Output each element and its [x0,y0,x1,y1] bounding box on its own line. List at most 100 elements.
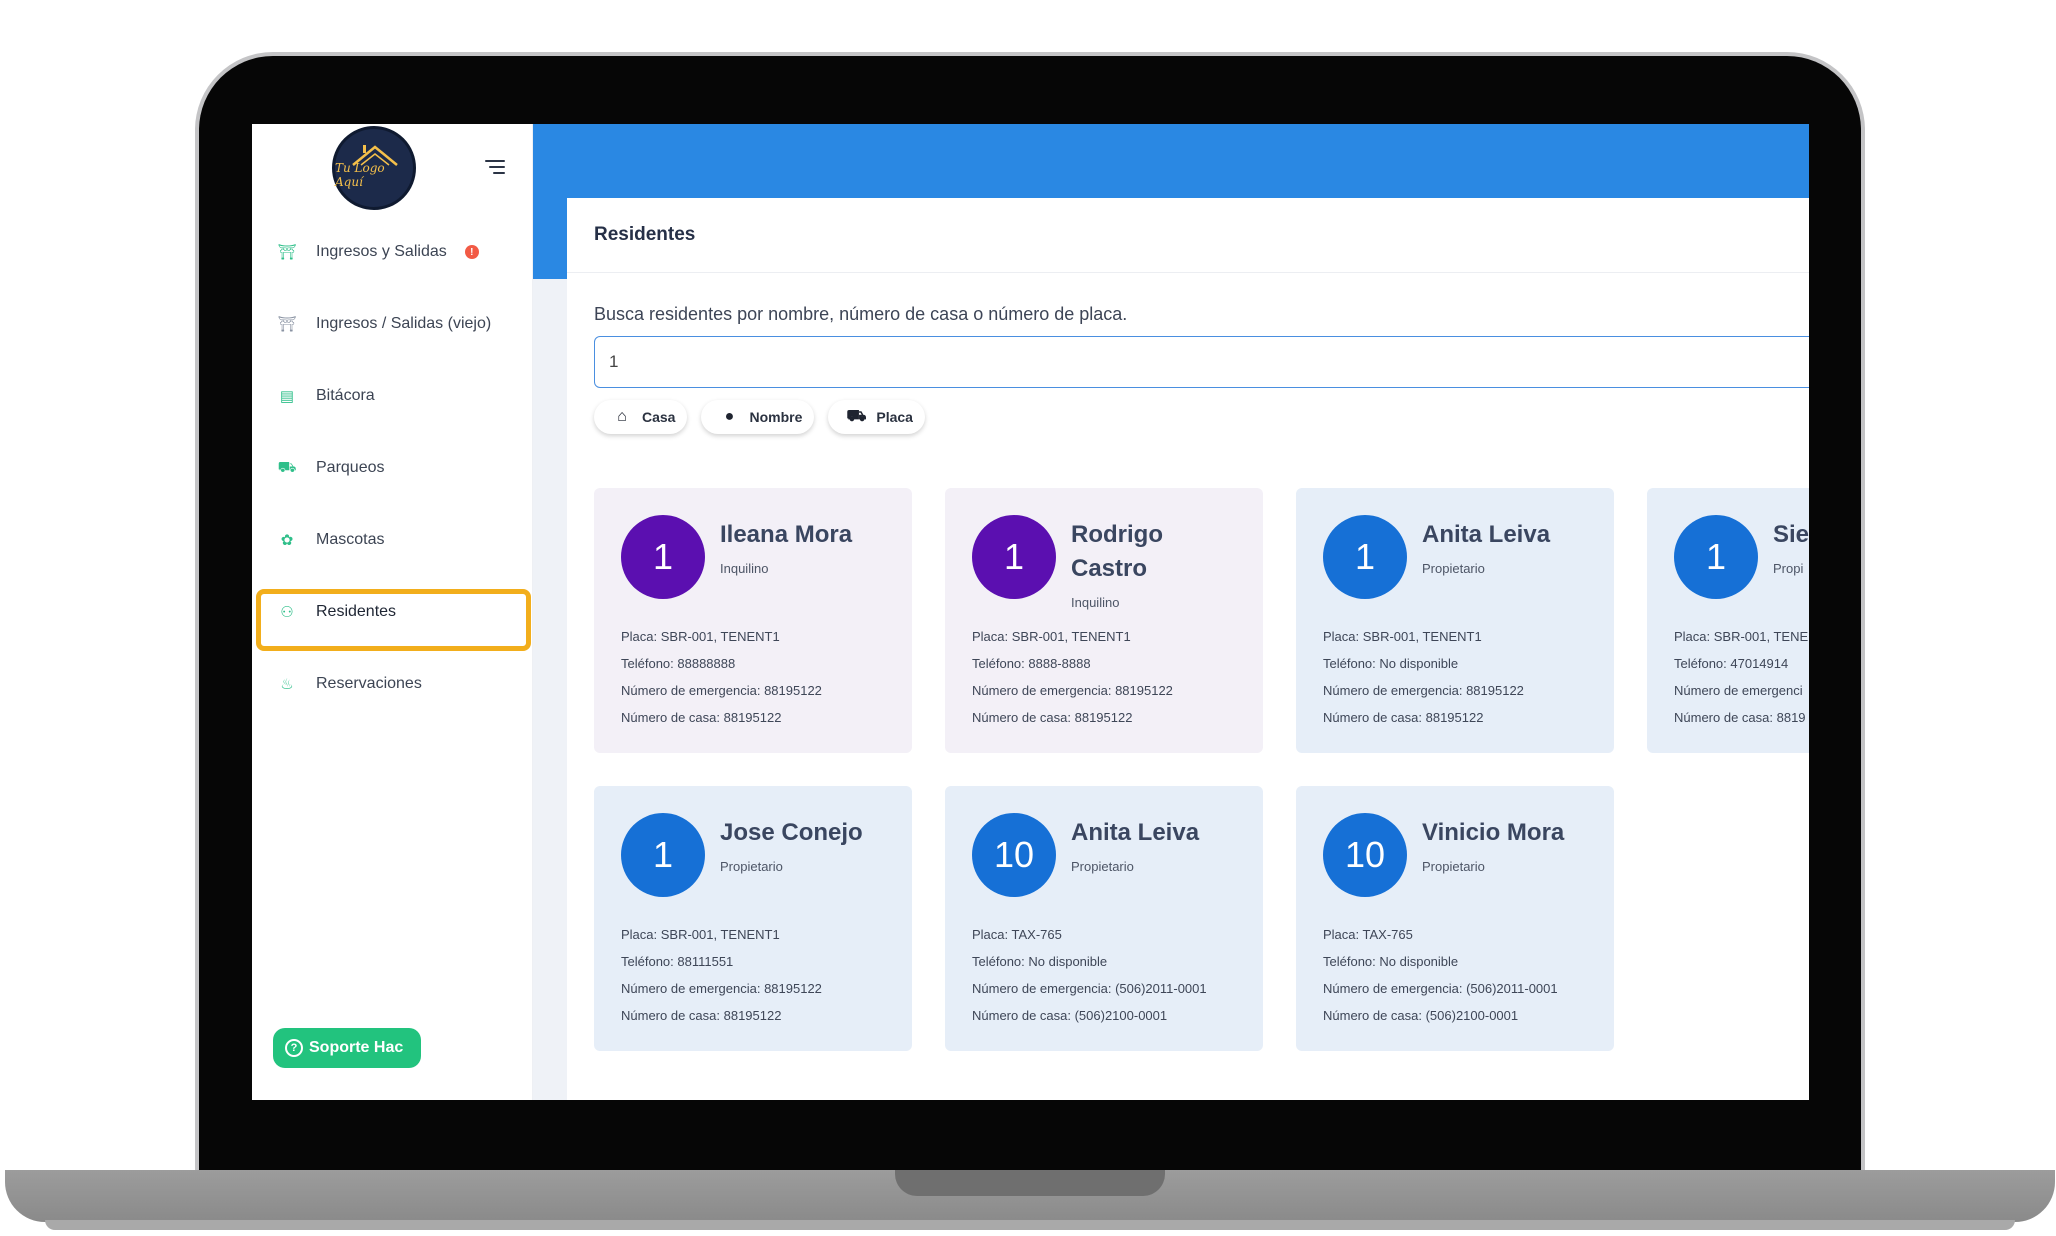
resident-details: Placa: SBR-001, TENENT1 Teléfono: No dis… [1323,623,1524,731]
resident-name: Vinicio Mora [1422,819,1565,846]
resident-details: Placa: SBR-001, TENENT1 Teléfono: 881115… [621,921,822,1029]
active-item-highlight [256,589,531,651]
pool-icon: ♨ [280,676,294,693]
resident-telefono: Teléfono: 47014914 [1674,656,1789,671]
resident-card[interactable]: 1 Jose Conejo Propietario Placa: SBR-001… [594,786,912,1051]
avatar: 1 [972,515,1056,599]
resident-name-block: Ileana Mora Inquilino [720,518,900,578]
support-label: Soporte Hac [309,1039,404,1056]
resident-details: Placa: TAX-765 Teléfono: No disponible N… [972,921,1207,1029]
resident-placa: Placa: TAX-765 [1323,927,1413,942]
filter-chips: ⌂ Casa ● Nombre ⛟ Placa [594,400,925,434]
search-input[interactable] [594,336,1809,388]
resident-name: Ileana Mora [720,521,853,548]
filter-nombre-button[interactable]: ● Nombre [701,400,815,434]
resident-name-block: Anita Leiva Propietario [1071,816,1251,876]
resident-casa: Número de casa: 88195122 [972,710,1133,725]
resident-name: Sie [1773,521,1809,548]
sidebar-item-ingresos-salidas[interactable]: ⛩ Ingresos y Salidas ! [252,216,533,288]
clipboard-icon: ▤ [279,388,295,405]
resident-name: Anita Leiva [1071,819,1200,846]
resident-casa: Número de casa: (506)2100-0001 [972,1008,1168,1023]
resident-card[interactable]: 1 Anita Leiva Propietario Placa: SBR-001… [1296,488,1614,753]
sidebar-item-label: Reservaciones [316,675,422,692]
gate-icon: ⛩ [277,244,297,261]
resident-role: Inquilino [1071,595,1120,610]
filter-label: Placa [876,409,913,425]
person-icon: ● [724,408,735,425]
resident-role: Inquilino [720,561,769,576]
sidebar-item-label: Ingresos / Salidas (viejo) [316,315,492,332]
resident-name: Rodrigo Castro [1071,521,1163,582]
resident-name: Anita Leiva [1422,521,1551,548]
support-button[interactable]: ? Soporte Hac [273,1028,421,1068]
laptop-shadow [45,1220,2015,1230]
divider [567,272,1809,273]
page-title: Residentes [594,224,696,245]
resident-placa: Placa: SBR-001, TENEN [1674,629,1809,644]
home-icon: ⌂ [617,408,627,425]
resident-placa: Placa: TAX-765 [972,927,1062,942]
resident-emergencia: Número de emergencia: (506)2011-0001 [972,981,1207,996]
resident-card[interactable]: 10 Vinicio Mora Propietario Placa: TAX-7… [1296,786,1614,1051]
resident-card[interactable]: 1 Rodrigo Castro Inquilino Placa: SBR-00… [945,488,1263,753]
resident-name: Jose Conejo [720,819,863,846]
resident-details: Placa: SBR-001, TENENT1 Teléfono: 888888… [621,623,822,731]
resident-telefono: Teléfono: 88888888 [621,656,736,671]
sidebar-item-label: Mascotas [316,531,385,548]
resident-casa: Número de casa: 88195122 [621,710,782,725]
resident-card[interactable]: 1 Sie Propi Placa: SBR-001, TENEN Teléfo… [1647,488,1809,753]
resident-details: Placa: SBR-001, TENEN Teléfono: 47014914… [1674,623,1809,731]
resident-emergencia: Número de emergencia: (506)2011-0001 [1323,981,1558,996]
resident-casa: Número de casa: 88195122 [1323,710,1484,725]
sidebar-item-reservaciones[interactable]: ♨ Reservaciones [252,648,533,720]
resident-role: Propi [1773,561,1804,576]
filter-casa-button[interactable]: ⌂ Casa [594,400,688,434]
resident-role: Propietario [720,859,783,874]
avatar: 1 [621,515,705,599]
resident-telefono: Teléfono: No disponible [1323,656,1459,671]
filter-label: Casa [642,409,676,425]
resident-emergencia: Número de emergencia: 88195122 [621,981,822,996]
resident-placa: Placa: SBR-001, TENENT1 [972,629,1131,644]
sidebar-item-parqueos[interactable]: ⛟ Parqueos [252,432,533,504]
residents-panel: Residentes Busca residentes por nombre, … [567,198,1809,1100]
alert-badge: ! [464,245,479,259]
sidebar-item-ingresos-salidas-viejo[interactable]: ⛩ Ingresos / Salidas (viejo) [252,288,533,360]
content-gutter [533,279,567,1100]
resident-card[interactable]: 1 Ileana Mora Inquilino Placa: SBR-001, … [594,488,912,753]
filter-label: Nombre [749,409,803,425]
resident-role: Propietario [1071,859,1134,874]
resident-telefono: Teléfono: 8888-8888 [972,656,1091,671]
sidebar-item-bitacora[interactable]: ▤ Bitácora [252,360,533,432]
avatar: 1 [1323,515,1407,599]
resident-card[interactable]: 10 Anita Leiva Propietario Placa: TAX-76… [945,786,1263,1051]
car-icon: ⛟ [277,458,297,476]
logo-text: Tu Logo Aquí [335,161,385,189]
logo: Tu Logo Aquí [332,126,416,210]
resident-emergencia: Número de emergenci [1674,683,1803,698]
app-screen: Tu Logo Aquí ⛩ Ingresos y Salidas ! ⛩ In… [252,124,1809,1100]
sidebar-item-mascotas[interactable]: ✿ Mascotas [252,504,533,576]
laptop-notch [895,1170,1165,1196]
avatar: 10 [972,813,1056,897]
car-icon: ⛟ [846,408,867,425]
menu-toggle-icon[interactable] [485,160,505,176]
resident-placa: Placa: SBR-001, TENENT1 [1323,629,1482,644]
filter-placa-button[interactable]: ⛟ Placa [828,400,925,434]
resident-details: Placa: TAX-765 Teléfono: No disponible N… [1323,921,1558,1029]
resident-details: Placa: SBR-001, TENENT1 Teléfono: 8888-8… [972,623,1173,731]
resident-role: Propietario [1422,561,1485,576]
resident-casa: Número de casa: 8819 [1674,710,1806,725]
resident-name-block: Sie Propi [1773,518,1809,578]
resident-placa: Placa: SBR-001, TENENT1 [621,927,780,942]
resident-name-block: Rodrigo Castro Inquilino [1071,518,1181,612]
resident-emergencia: Número de emergencia: 88195122 [621,683,822,698]
resident-casa: Número de casa: 88195122 [621,1008,782,1023]
resident-name-block: Vinicio Mora Propietario [1422,816,1602,876]
resident-telefono: Teléfono: No disponible [1323,954,1459,969]
resident-name-block: Jose Conejo Propietario [720,816,900,876]
resident-telefono: Teléfono: 88111551 [621,954,734,969]
search-label: Busca residentes por nombre, número de c… [594,304,1128,324]
avatar: 1 [621,813,705,897]
